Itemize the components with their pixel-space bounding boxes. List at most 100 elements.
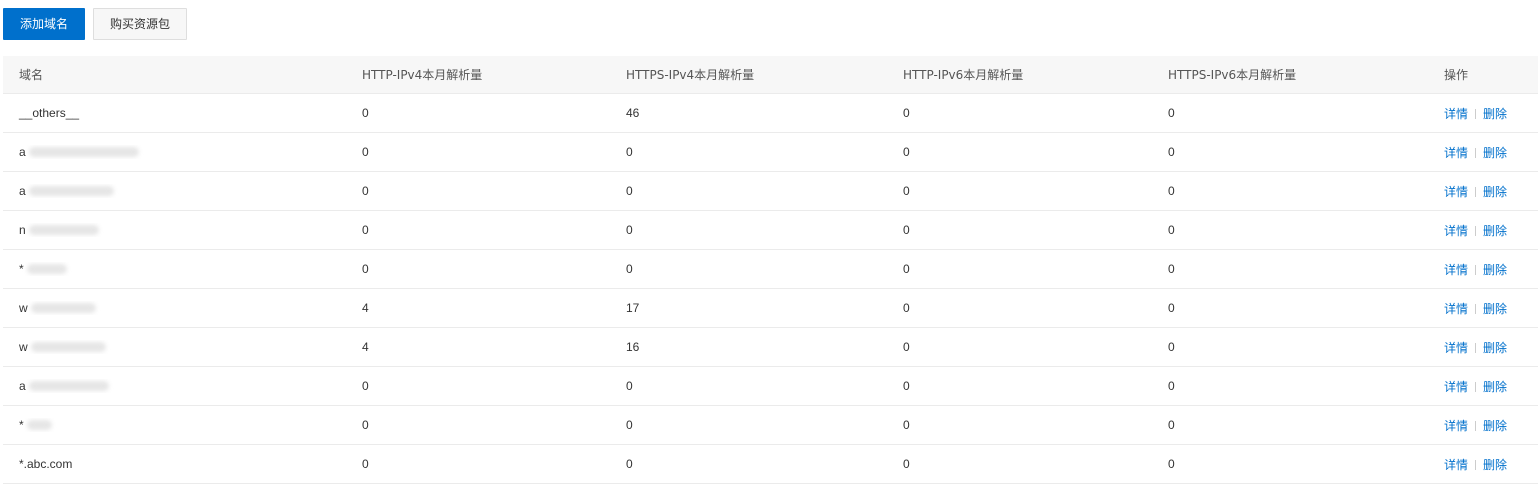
domain-cell: a bbox=[3, 145, 362, 160]
action-separator bbox=[1475, 187, 1477, 198]
action-separator bbox=[1475, 109, 1477, 120]
column-header-https-ipv6: HTTPS-IPv6本月解析量 bbox=[1168, 68, 1297, 82]
domain-cell: w bbox=[3, 340, 362, 355]
table-row: a 0 0 0 0 详情 删除 bbox=[3, 133, 1538, 172]
domain-name: w bbox=[19, 301, 28, 316]
table-row: * 0 0 0 0 详情 删除 bbox=[3, 406, 1538, 445]
https-ipv6-count: 0 bbox=[1168, 106, 1175, 120]
domain-name: a bbox=[19, 184, 26, 199]
detail-link[interactable]: 详情 bbox=[1444, 263, 1468, 277]
detail-link[interactable]: 详情 bbox=[1444, 185, 1468, 199]
column-header-http-ipv4: HTTP-IPv4本月解析量 bbox=[362, 68, 483, 82]
delete-link[interactable]: 删除 bbox=[1483, 185, 1507, 199]
actions-cell: 详情 删除 bbox=[1444, 339, 1538, 356]
actions-cell: 详情 删除 bbox=[1444, 105, 1538, 122]
https-ipv4-count: 17 bbox=[626, 301, 640, 315]
domain-name: n bbox=[19, 223, 26, 238]
domain-name: * bbox=[19, 262, 24, 277]
delete-link[interactable]: 删除 bbox=[1483, 263, 1507, 277]
http-ipv4-count: 0 bbox=[362, 262, 369, 276]
delete-link[interactable]: 删除 bbox=[1483, 458, 1507, 472]
http-ipv4-count: 0 bbox=[362, 457, 369, 471]
detail-link[interactable]: 详情 bbox=[1444, 107, 1468, 121]
detail-link[interactable]: 详情 bbox=[1444, 458, 1468, 472]
https-ipv6-count: 0 bbox=[1168, 145, 1175, 159]
domain-name: * bbox=[19, 418, 24, 433]
http-ipv4-count: 4 bbox=[362, 301, 369, 315]
domain-cell: w bbox=[3, 301, 362, 316]
table-body: __others__ 0 46 0 0 详情 删除 a 0 0 0 0 详情 删除 a 0 0 0 0 详情 删除 n 0 0… bbox=[3, 94, 1538, 484]
actions-cell: 详情 删除 bbox=[1444, 261, 1538, 278]
column-header-http-ipv6: HTTP-IPv6本月解析量 bbox=[903, 68, 1024, 82]
domain-cell: * bbox=[3, 262, 362, 277]
redacted-domain-mask bbox=[30, 303, 96, 314]
table-row: *.abc.com 0 0 0 0 详情 删除 bbox=[3, 445, 1538, 484]
https-ipv6-count: 0 bbox=[1168, 457, 1175, 471]
https-ipv6-count: 0 bbox=[1168, 379, 1175, 393]
https-ipv4-count: 0 bbox=[626, 457, 633, 471]
http-ipv6-count: 0 bbox=[903, 223, 910, 237]
delete-link[interactable]: 删除 bbox=[1483, 107, 1507, 121]
delete-link[interactable]: 删除 bbox=[1483, 380, 1507, 394]
http-ipv4-count: 4 bbox=[362, 340, 369, 354]
https-ipv4-count: 0 bbox=[626, 145, 633, 159]
table-row: a 0 0 0 0 详情 删除 bbox=[3, 367, 1538, 406]
redacted-domain-mask bbox=[28, 225, 99, 236]
https-ipv6-count: 0 bbox=[1168, 418, 1175, 432]
detail-link[interactable]: 详情 bbox=[1444, 380, 1468, 394]
http-ipv6-count: 0 bbox=[903, 145, 910, 159]
http-ipv6-count: 0 bbox=[903, 340, 910, 354]
actions-cell: 详情 删除 bbox=[1444, 183, 1538, 200]
https-ipv4-count: 16 bbox=[626, 340, 640, 354]
detail-link[interactable]: 详情 bbox=[1444, 419, 1468, 433]
delete-link[interactable]: 删除 bbox=[1483, 341, 1507, 355]
domain-cell: a bbox=[3, 379, 362, 394]
http-ipv4-count: 0 bbox=[362, 379, 369, 393]
https-ipv4-count: 0 bbox=[626, 184, 633, 198]
delete-link[interactable]: 删除 bbox=[1483, 146, 1507, 160]
detail-link[interactable]: 详情 bbox=[1444, 146, 1468, 160]
delete-link[interactable]: 删除 bbox=[1483, 419, 1507, 433]
http-ipv6-count: 0 bbox=[903, 457, 910, 471]
add-domain-button[interactable]: 添加域名 bbox=[3, 8, 85, 40]
https-ipv4-count: 0 bbox=[626, 379, 633, 393]
http-ipv6-count: 0 bbox=[903, 418, 910, 432]
http-ipv4-count: 0 bbox=[362, 223, 369, 237]
redacted-domain-mask bbox=[28, 381, 109, 392]
actions-cell: 详情 删除 bbox=[1444, 144, 1538, 161]
https-ipv4-count: 46 bbox=[626, 106, 640, 120]
delete-link[interactable]: 删除 bbox=[1483, 224, 1507, 238]
buy-package-button[interactable]: 购买资源包 bbox=[93, 8, 187, 40]
table-row: a 0 0 0 0 详情 删除 bbox=[3, 172, 1538, 211]
actions-cell: 详情 删除 bbox=[1444, 417, 1538, 434]
domain-name: __others__ bbox=[19, 106, 80, 121]
delete-link[interactable]: 删除 bbox=[1483, 302, 1507, 316]
domain-name: a bbox=[19, 145, 26, 160]
table-row: w 4 17 0 0 详情 删除 bbox=[3, 289, 1538, 328]
detail-link[interactable]: 详情 bbox=[1444, 341, 1468, 355]
table-row: w 4 16 0 0 详情 删除 bbox=[3, 328, 1538, 367]
detail-link[interactable]: 详情 bbox=[1444, 302, 1468, 316]
action-separator bbox=[1475, 343, 1477, 354]
https-ipv6-count: 0 bbox=[1168, 184, 1175, 198]
action-separator bbox=[1475, 421, 1477, 432]
http-ipv4-count: 0 bbox=[362, 145, 369, 159]
https-ipv6-count: 0 bbox=[1168, 301, 1175, 315]
http-ipv6-count: 0 bbox=[903, 379, 910, 393]
http-ipv6-count: 0 bbox=[903, 301, 910, 315]
action-separator bbox=[1475, 226, 1477, 237]
http-ipv6-count: 0 bbox=[903, 262, 910, 276]
column-header-https-ipv4: HTTPS-IPv4本月解析量 bbox=[626, 68, 755, 82]
domain-name: w bbox=[19, 340, 28, 355]
redacted-domain-mask bbox=[28, 147, 139, 158]
domain-name: a bbox=[19, 379, 26, 394]
https-ipv4-count: 0 bbox=[626, 223, 633, 237]
domain-name: *.abc.com bbox=[19, 457, 73, 472]
detail-link[interactable]: 详情 bbox=[1444, 224, 1468, 238]
table-header: 域名 HTTP-IPv4本月解析量 HTTPS-IPv4本月解析量 HTTP-I… bbox=[3, 56, 1538, 94]
actions-cell: 详情 删除 bbox=[1444, 300, 1538, 317]
actions-cell: 详情 删除 bbox=[1444, 456, 1538, 473]
action-separator bbox=[1475, 148, 1477, 159]
actions-cell: 详情 删除 bbox=[1444, 378, 1538, 395]
redacted-domain-mask bbox=[28, 186, 114, 197]
